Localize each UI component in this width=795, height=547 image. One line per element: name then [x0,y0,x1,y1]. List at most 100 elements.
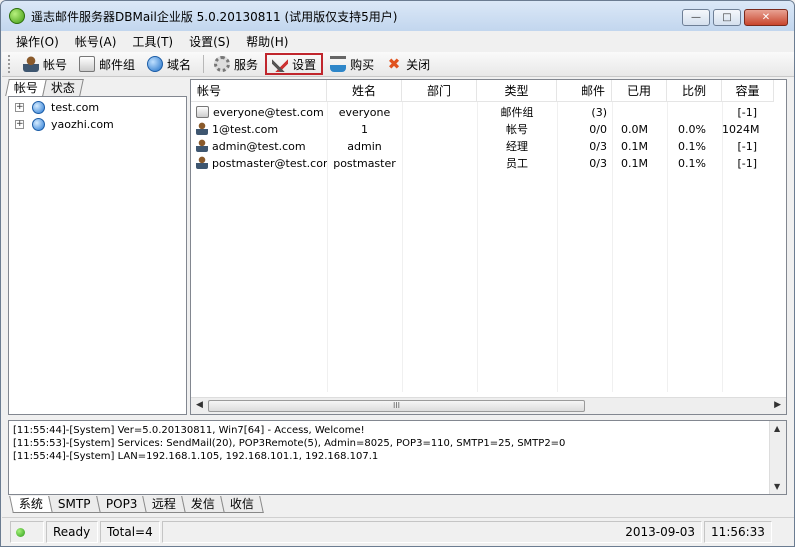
column-header-account[interactable]: 帐号 [191,80,327,102]
tree-item-domain[interactable]: + yaozhi.com [15,116,114,132]
scroll-left-icon[interactable]: ◀ [196,400,203,410]
tab-system[interactable]: 系统 [9,496,53,513]
expand-icon[interactable]: + [15,102,24,112]
table-row[interactable]: 1@test.com 1 帐号 0/0 0.0M 0.0% 1024M [191,121,786,138]
account-button[interactable]: 帐号 [18,53,72,75]
table-row[interactable]: admin@test.com admin 经理 0/3 0.1M 0.1% [-… [191,138,786,155]
tab-accounts[interactable]: 帐号 [5,79,47,96]
status-time: 11:56:33 [704,521,772,543]
close-button-label: 关闭 [406,57,431,72]
column-header-ratio[interactable]: 比例 [667,80,722,102]
title-bar: 遥志邮件服务器DBMail企业版 5.0.20130811 (试用版仅支持5用户… [1,1,794,31]
column-header-name[interactable]: 姓名 [327,80,402,102]
mail-group-icon [79,56,96,72]
cell-dept [402,138,477,155]
mailgroup-button-label: 邮件组 [99,57,136,72]
tree-item-domain[interactable]: + test.com [15,99,99,115]
cell-ratio: 0.0% [678,123,706,136]
tab-receive[interactable]: 收信 [220,496,264,513]
close-button[interactable]: ✖ 关闭 [381,53,435,75]
mailgroup-button[interactable]: 邮件组 [74,53,140,75]
scroll-thumb[interactable]: III [208,400,585,412]
close-icon: ✖ [387,55,401,73]
user-icon [196,122,208,135]
menu-help[interactable]: 帮助(H) [238,33,296,50]
cell-capacity: [-1] [737,157,757,170]
cell-type: 帐号 [506,123,528,136]
horizontal-scrollbar[interactable]: ◀ III ▶ [191,397,786,414]
basket-icon [330,56,347,72]
cell-dept [402,155,477,172]
settings-button[interactable]: 设置 [265,53,324,75]
toolbar-separator [203,55,205,73]
column-header-mail[interactable]: 邮件 [557,80,612,102]
scroll-up-icon[interactable]: ▲ [774,424,780,433]
account-button-label: 帐号 [43,57,68,72]
tab-smtp[interactable]: SMTP [48,496,101,513]
tree-item-label: yaozhi.com [51,117,114,131]
tab-status-label: 状态 [50,81,75,95]
expand-icon[interactable]: + [15,119,24,129]
status-led-icon [16,528,25,537]
menu-account[interactable]: 帐号(A) [67,33,125,50]
menu-bar: 操作(O) 帐号(A) 工具(T) 设置(S) 帮助(H) [2,31,794,51]
domain-button-label: 域名 [167,57,192,72]
menu-tools[interactable]: 工具(T) [124,33,181,50]
cell-name: everyone [338,106,391,119]
status-bar: Ready Total=4 2013-09-03 11:56:33 [2,517,794,546]
tab-label: 收信 [230,497,255,511]
account-text: everyone@test.com [213,106,324,119]
column-header-used[interactable]: 已用 [612,80,667,102]
tools-icon [272,56,289,72]
cell-used: 0.1M [621,140,648,153]
minimize-button[interactable]: — [682,9,710,26]
account-list[interactable]: 帐号 姓名 部门 类型 邮件 已用 比例 容量 everyone@test.co… [190,79,787,415]
cell-capacity: [-1] [737,106,757,119]
maximize-button[interactable]: □ [713,9,741,26]
table-row[interactable]: everyone@test.com everyone 邮件组 (3) [-1] [191,104,786,121]
close-window-button[interactable]: ✕ [744,9,788,26]
mail-group-icon [196,106,209,118]
tab-send[interactable]: 发信 [181,496,225,513]
cell-account: postmaster@test.com [196,155,327,172]
table-row[interactable]: postmaster@test.com postmaster 员工 0/3 0.… [191,155,786,172]
tab-remote[interactable]: 远程 [142,496,186,513]
app-logo-icon [9,8,25,24]
status-ready: Ready [46,521,98,543]
cell-used [612,104,657,121]
cell-used: 0.0M [621,123,648,136]
scroll-right-icon[interactable]: ▶ [774,400,781,410]
domain-button[interactable]: 域名 [142,53,196,75]
tab-status[interactable]: 状态 [42,79,84,96]
column-header-dept[interactable]: 部门 [402,80,477,102]
status-total: Total=4 [100,521,160,543]
tab-label: SMTP [57,497,91,511]
service-button[interactable]: 服务 [209,53,263,75]
cell-ratio [667,104,717,121]
log-line: [11:55:44]-[System] LAN=192.168.1.105, 1… [13,451,379,462]
column-header-type[interactable]: 类型 [477,80,557,102]
tab-label: 系统 [18,497,43,511]
buy-button[interactable]: 购买 [325,53,379,75]
domain-tree[interactable]: + test.com + yaozhi.com [8,96,187,415]
status-date: 2013-09-03 [162,521,702,543]
cell-name: 1 [361,123,368,136]
cell-ratio: 0.1% [678,157,706,170]
cell-account: 1@test.com [196,121,327,138]
menu-settings[interactable]: 设置(S) [181,33,238,50]
cell-name: postmaster [333,157,396,170]
globe-icon [32,100,45,114]
user-icon [196,156,208,169]
gear-icon [214,56,231,72]
vertical-scrollbar[interactable]: ▲ ▼ [769,421,786,494]
status-led-cell [10,521,44,543]
scroll-down-icon[interactable]: ▼ [774,482,780,491]
tab-pop3[interactable]: POP3 [95,496,147,513]
cell-mail: 0/0 [589,123,607,136]
column-header-capacity[interactable]: 容量 [722,80,774,102]
log-output[interactable]: [11:55:44]-[System] Ver=5.0.20130811, Wi… [8,420,787,495]
menu-operate[interactable]: 操作(O) [8,33,67,50]
tab-label: POP3 [105,497,138,511]
cell-dept [402,104,477,121]
cell-mail: (3) [591,106,607,119]
